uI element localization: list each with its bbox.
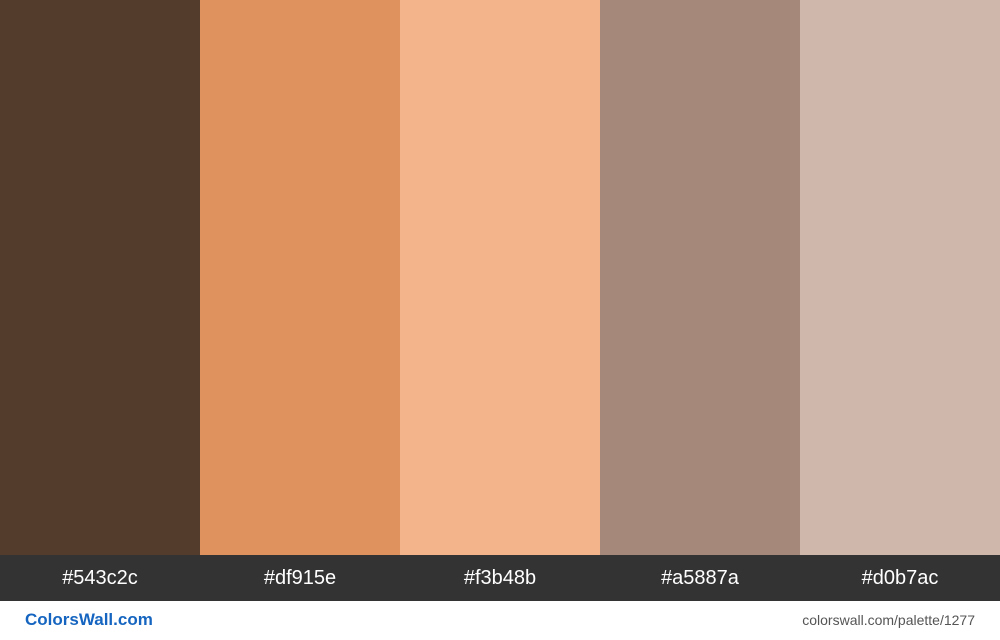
hex-label-5[interactable]: #d0b7ac xyxy=(800,555,1000,601)
color-swatch-1[interactable] xyxy=(0,0,200,555)
color-swatch-3[interactable] xyxy=(400,0,600,555)
hex-label-bar: #543c2c #df915e #f3b48b #a5887a #d0b7ac xyxy=(0,555,1000,601)
footer: ColorsWall.com colorswall.com/palette/12… xyxy=(0,601,1000,640)
hex-label-2[interactable]: #df915e xyxy=(200,555,400,601)
palette-page: #543c2c #df915e #f3b48b #a5887a #d0b7ac … xyxy=(0,0,1000,640)
hex-label-1[interactable]: #543c2c xyxy=(0,555,200,601)
hex-label-3[interactable]: #f3b48b xyxy=(400,555,600,601)
hex-label-4[interactable]: #a5887a xyxy=(600,555,800,601)
palette-url-link[interactable]: colorswall.com/palette/1277 xyxy=(802,612,975,628)
brand-link[interactable]: ColorsWall.com xyxy=(25,610,153,630)
color-swatches xyxy=(0,0,1000,555)
color-swatch-5[interactable] xyxy=(800,0,1000,555)
color-swatch-4[interactable] xyxy=(600,0,800,555)
color-swatch-2[interactable] xyxy=(200,0,400,555)
